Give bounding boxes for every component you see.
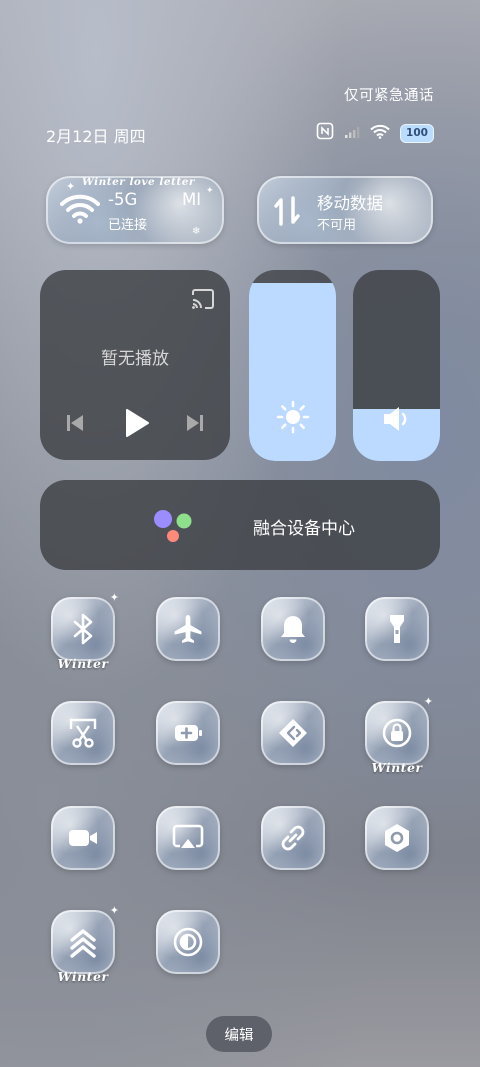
settings-hexagon-icon [385, 824, 409, 852]
winter-label: Winter [57, 656, 109, 671]
device-hub-dots-icon [152, 508, 194, 548]
sun-icon [276, 400, 310, 438]
play-icon[interactable] [124, 408, 150, 442]
dark-mode-icon [173, 927, 203, 957]
flashlight-icon [390, 615, 404, 643]
edit-button-label: 编辑 [224, 1027, 254, 1044]
cast-icon[interactable] [190, 288, 216, 314]
wifi-status-icon [370, 124, 390, 143]
wifi-ssid-suffix: MI [182, 190, 202, 209]
wifi-icon [60, 194, 100, 228]
mobile-data-title: 移动数据 [317, 194, 383, 213]
nearby-share-icon [279, 719, 307, 747]
rotation-lock-tile[interactable]: ✦ Winter [365, 695, 433, 775]
screen-cast-icon [172, 824, 204, 848]
dark-mode-tile[interactable] [156, 910, 220, 974]
airplane-icon [174, 615, 202, 643]
snowflake-icon: ❄ [192, 226, 201, 237]
sound-mode-tile[interactable] [261, 597, 325, 661]
video-camera-icon [69, 830, 97, 846]
sparkle-icon: ✦ [423, 695, 433, 708]
battery-saver-tile[interactable] [156, 701, 220, 765]
next-icon[interactable] [185, 413, 205, 437]
rotation-lock-icon [382, 718, 412, 748]
chevrons-up-tile[interactable]: ✦ Winter [51, 904, 119, 984]
nearby-share-tile[interactable] [261, 701, 325, 765]
mobile-data-status: 不可用 [317, 218, 357, 233]
screenshot-scissors-icon [69, 718, 97, 748]
wifi-status: 已连接 [108, 218, 148, 233]
wifi-decor-text: Winter love letter [82, 176, 195, 188]
winter-label: Winter [371, 760, 423, 775]
nfc-icon [316, 122, 334, 144]
previous-icon[interactable] [65, 413, 85, 437]
mobile-data-arrows-icon [273, 194, 303, 232]
wifi-ssid: -5G [108, 190, 138, 209]
bluetooth-icon [73, 613, 93, 645]
brightness-slider[interactable] [249, 270, 336, 461]
battery-saver-icon [175, 725, 202, 741]
sparkle-icon: ✦ [206, 186, 214, 196]
status-icons: 100 [316, 122, 434, 144]
flashlight-tile[interactable] [365, 597, 429, 661]
media-player-card[interactable]: 暂无播放 [40, 270, 230, 460]
edit-button[interactable]: 编辑 [206, 1016, 272, 1052]
airplane-mode-tile[interactable] [156, 597, 220, 661]
media-status-text: 暂无播放 [101, 349, 169, 369]
signal-icon [344, 124, 360, 143]
screen-recorder-tile[interactable] [51, 806, 115, 870]
screenshot-tile[interactable] [51, 701, 115, 765]
battery-indicator: 100 [400, 123, 434, 143]
wifi-toggle[interactable]: Winter love letter -5G MI 已连接 ✦ ✦ ❄ [46, 176, 224, 244]
screen-cast-tile[interactable] [156, 806, 220, 870]
winter-label: Winter [57, 969, 109, 984]
link-icon [281, 825, 305, 851]
sparkle-icon: ✦ [66, 180, 76, 193]
device-hub-label: 融合设备中心 [253, 519, 355, 539]
sparkle-icon: ✦ [109, 904, 119, 917]
speaker-icon [381, 404, 413, 438]
chevrons-up-icon [70, 929, 96, 958]
mobile-data-toggle[interactable]: 移动数据 不可用 [257, 176, 433, 244]
sparkle-icon: ✦ [109, 591, 119, 604]
date-text: 2月12日 周四 [46, 127, 146, 146]
device-hub-card[interactable]: 融合设备中心 [40, 480, 440, 570]
link-tile[interactable] [261, 806, 325, 870]
emergency-calls-only-text: 仅可紧急通话 [344, 88, 434, 104]
settings-tile[interactable] [365, 806, 429, 870]
bluetooth-tile[interactable]: ✦ Winter [51, 591, 119, 671]
volume-slider[interactable] [353, 270, 440, 461]
bell-icon [281, 616, 305, 643]
battery-level: 100 [406, 127, 428, 139]
